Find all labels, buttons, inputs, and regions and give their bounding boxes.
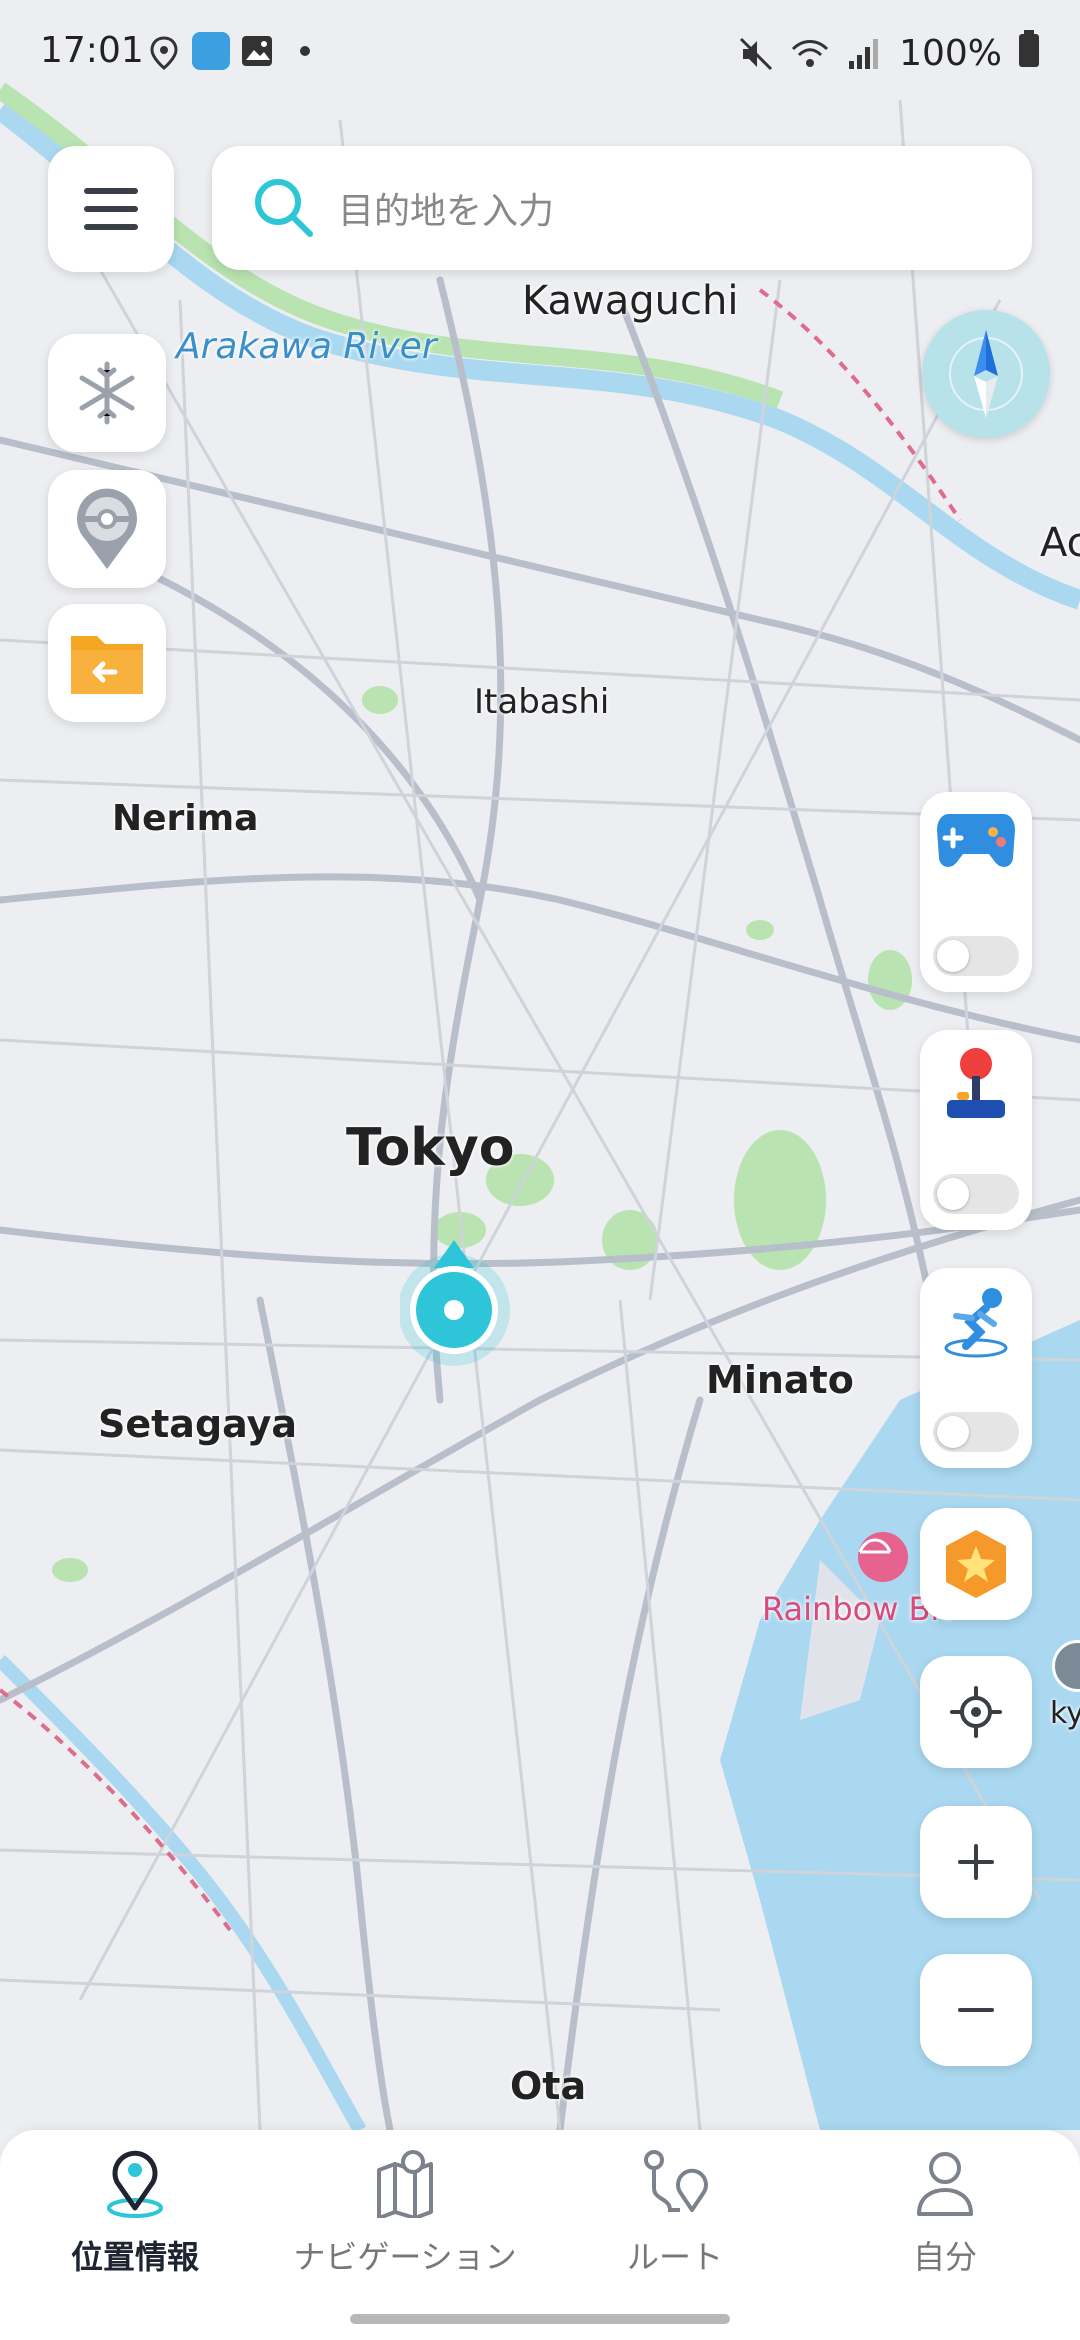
person-icon xyxy=(917,2152,973,2216)
joystick-icon xyxy=(947,1048,1005,1118)
zoom-out-button[interactable] xyxy=(920,1954,1032,2066)
snowflake-icon xyxy=(79,361,135,425)
map-label-itabashi: Itabashi xyxy=(474,682,610,722)
running-mode-panel xyxy=(920,1268,1032,1468)
signal-icon xyxy=(845,35,883,73)
tab-profile[interactable]: 自分 xyxy=(810,2148,1080,2298)
running-mode-toggle[interactable] xyxy=(933,1412,1019,1452)
tab-route-label: ルート xyxy=(626,2238,723,2276)
location-status-icon xyxy=(150,36,178,79)
tab-location-label: 位置情報 xyxy=(70,2238,199,2276)
bottom-navigation: 位置情報 ナビゲーション ルート 自分 xyxy=(0,2130,1080,2340)
favorites-button[interactable] xyxy=(920,1508,1032,1620)
menu-button[interactable] xyxy=(48,146,174,272)
status-bar: 17:01 100% xyxy=(0,0,1080,100)
gamepad-icon xyxy=(937,814,1015,867)
tab-navigation[interactable]: ナビゲーション xyxy=(270,2148,540,2298)
map-label-ota: Ota xyxy=(510,2064,587,2108)
pokeball-pin-icon xyxy=(77,488,137,569)
joystick-toggle[interactable] xyxy=(933,1174,1019,1214)
map-label-edge-right: Ac xyxy=(1040,520,1080,566)
map-label-nerima: Nerima xyxy=(112,798,259,839)
map-label-kawaguchi: Kawaguchi xyxy=(522,278,739,324)
app-notification-icon xyxy=(192,32,230,70)
search-icon xyxy=(255,179,313,237)
freeze-button[interactable] xyxy=(48,334,166,452)
import-file-button[interactable] xyxy=(48,604,166,722)
pokeball-button[interactable] xyxy=(48,470,166,588)
tab-profile-label: 自分 xyxy=(912,2238,977,2276)
battery-percent: 100% xyxy=(899,33,1002,74)
more-notifications-icon xyxy=(300,46,310,56)
locate-me-button[interactable] xyxy=(920,1656,1032,1768)
battery-icon xyxy=(1018,30,1040,77)
crosshair-icon xyxy=(950,1686,1002,1738)
current-location-marker[interactable] xyxy=(400,1240,520,1380)
map-icon xyxy=(377,2150,433,2218)
map-label-minato: Minato xyxy=(706,1358,854,1402)
map-label-tokyo: Tokyo xyxy=(346,1118,515,1178)
mute-icon xyxy=(737,35,775,73)
minus-icon xyxy=(958,2008,994,2012)
tab-location[interactable]: 位置情報 xyxy=(0,2148,270,2298)
map-label-arakawa-river: Arakawa River xyxy=(176,326,437,367)
tab-navigation-label: ナビゲーション xyxy=(293,2238,517,2276)
folder-back-icon xyxy=(71,636,143,694)
star-badge-icon xyxy=(946,1530,1006,1598)
bridge-poi-icon[interactable] xyxy=(858,1532,908,1582)
search-placeholder: 目的地を入力 xyxy=(338,191,555,232)
game-mode-panel xyxy=(920,792,1032,992)
location-pin-icon xyxy=(107,2150,163,2218)
wifi-icon xyxy=(791,35,829,73)
gallery-notification-icon xyxy=(240,34,274,77)
joystick-panel xyxy=(920,1030,1032,1230)
map-view[interactable]: Kawaguchi Arakawa River Ac Itabashi Neri… xyxy=(0,0,1080,2130)
home-indicator[interactable] xyxy=(350,2314,730,2324)
compass-button[interactable] xyxy=(922,310,1050,438)
status-right-cluster: 100% xyxy=(737,30,1040,77)
status-time: 17:01 xyxy=(40,30,144,71)
zoom-in-button[interactable] xyxy=(920,1806,1032,1918)
plus-icon xyxy=(958,1844,994,1880)
runner-icon xyxy=(944,1288,1008,1358)
game-mode-toggle[interactable] xyxy=(933,936,1019,976)
map-label-setagaya: Setagaya xyxy=(98,1402,298,1446)
tab-route[interactable]: ルート xyxy=(540,2148,810,2298)
map-label-edge-right-2: kyo xyxy=(1050,1696,1080,1731)
destination-search-bar[interactable]: 目的地を入力 xyxy=(212,146,1032,270)
hamburger-icon xyxy=(84,188,138,230)
route-icon xyxy=(644,2150,708,2212)
compass-needle-icon xyxy=(949,330,1023,418)
